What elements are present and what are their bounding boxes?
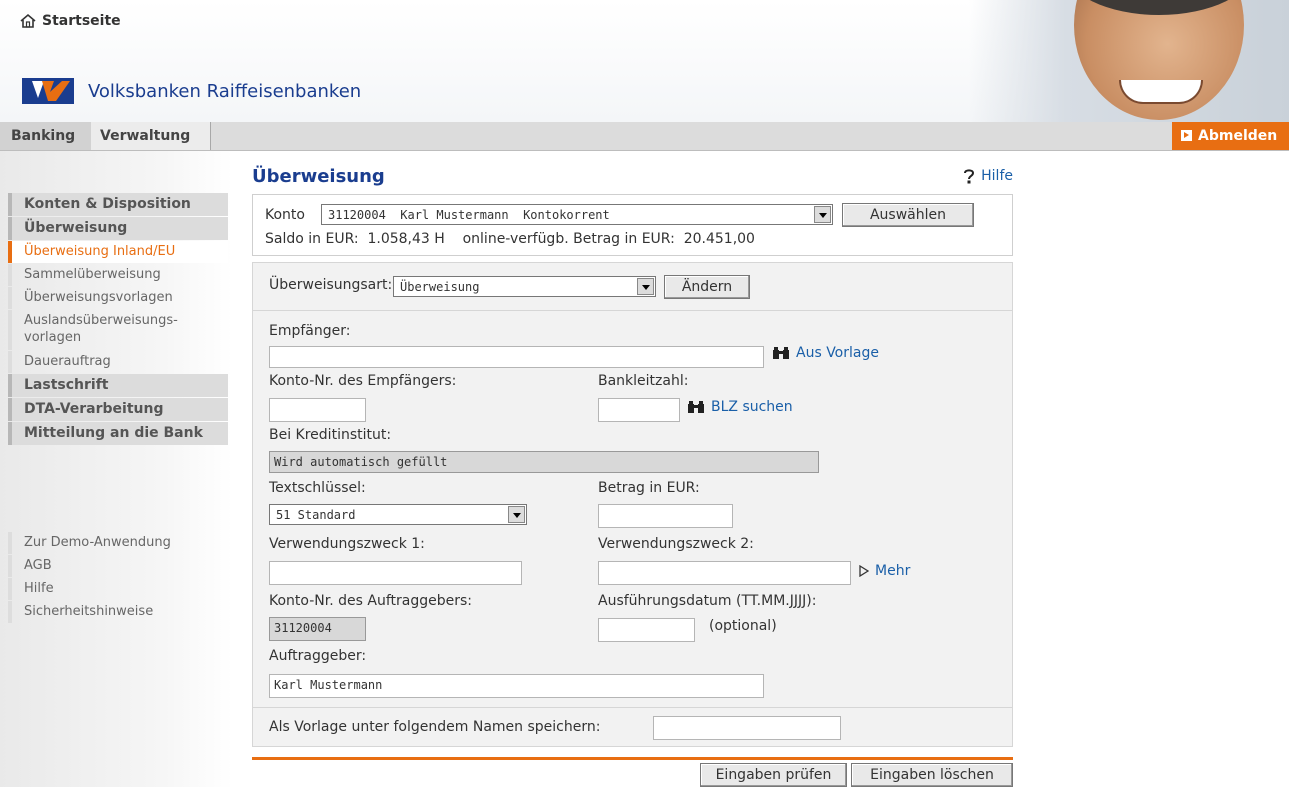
sidebar-item-demo[interactable]: Zur Demo-Anwendung — [8, 532, 228, 554]
home-label: Startseite — [42, 13, 121, 29]
sidebar-item-konten[interactable]: Konten & Disposition — [8, 193, 228, 216]
sidebar-item-hilfe[interactable]: Hilfe — [8, 578, 228, 600]
datum-input[interactable] — [598, 618, 695, 642]
zweck1-label: Verwendungszweck 1: — [269, 536, 425, 552]
sidebar-item-ueberweisung[interactable]: Überweisung — [8, 217, 228, 240]
page-title: Überweisung — [252, 166, 385, 187]
sidebar-secondary-nav: Zur Demo-Anwendung AGB Hilfe Sicherheits… — [8, 532, 228, 624]
sidebar-nav: Konten & Disposition Überweisung Überwei… — [8, 193, 228, 446]
auswaehlen-button[interactable]: Auswählen — [842, 203, 974, 227]
mehr-label: Mehr — [875, 563, 911, 579]
sidebar-item-dauerauftrag[interactable]: Dauerauftrag — [8, 351, 228, 373]
aus-vorlage-link[interactable]: Aus Vorlage — [772, 345, 879, 361]
bottom-accent-line — [252, 757, 1013, 760]
sidebar: Konten & Disposition Überweisung Überwei… — [0, 151, 233, 787]
tab-banking[interactable]: Banking — [0, 122, 102, 150]
sidebar-item-lastschrift[interactable]: Lastschrift — [8, 374, 228, 397]
art-select-value: Überweisung — [400, 280, 480, 294]
header-photo — [969, 0, 1289, 122]
help-link[interactable]: Hilfe — [962, 168, 1013, 184]
logout-button[interactable]: Abmelden — [1172, 122, 1289, 150]
binoculars-icon — [688, 401, 704, 413]
sidebar-item-sammel[interactable]: Sammelüberweisung — [8, 264, 228, 286]
eingaben-loeschen-button[interactable]: Eingaben löschen — [851, 763, 1013, 787]
konto-nr-input[interactable] — [269, 398, 366, 422]
main-tabs: Banking Verwaltung Abmelden — [0, 122, 1289, 151]
datum-label: Ausführungsdatum (TT.MM.JJJJ): — [598, 593, 817, 609]
sidebar-item-inland[interactable]: Überweisung Inland/EU — [8, 241, 228, 263]
vorlage-name-input[interactable] — [653, 716, 841, 740]
kredit-field: Wird automatisch gefüllt — [269, 451, 819, 473]
divider — [253, 707, 1012, 708]
blz-input[interactable] — [598, 398, 680, 422]
binoculars-icon — [773, 347, 789, 359]
betrag-label: Betrag in EUR: — [598, 480, 700, 496]
divider — [253, 310, 1012, 311]
tab-verwaltung[interactable]: Verwaltung — [91, 122, 211, 150]
help-icon — [964, 169, 975, 184]
auftraggeber-label: Auftraggeber: — [269, 648, 367, 664]
logout-label: Abmelden — [1198, 128, 1278, 144]
sidebar-item-mitteilung[interactable]: Mitteilung an die Bank — [8, 422, 228, 445]
konto-section: Konto 31120004 Karl Mustermann Kontokorr… — [252, 194, 1013, 256]
blz-suchen-link[interactable]: BLZ suchen — [687, 399, 793, 415]
header: Startseite Volksbanken Raiffeisenbanken — [0, 0, 1289, 122]
empfaenger-input[interactable] — [269, 346, 764, 368]
auftraggeber-input[interactable]: Karl Mustermann — [269, 674, 764, 698]
sidebar-item-ausland-line1: Auslandsüberweisungs- — [24, 313, 178, 328]
brand-name: Volksbanken Raiffeisenbanken — [88, 80, 362, 102]
textschluessel-value: 51 Standard — [276, 508, 356, 522]
transfer-form: Überweisungsart: Überweisung Ändern Empf… — [252, 262, 1013, 747]
main-content: Überweisung Hilfe Konto 31120004 Karl Mu… — [252, 160, 1013, 747]
optional-label: (optional) — [709, 618, 777, 634]
konto-nr-label: Konto-Nr. des Empfängers: — [269, 373, 457, 389]
konto-select-value: 31120004 Karl Mustermann Kontokorrent — [328, 208, 610, 222]
triangle-right-icon — [859, 565, 869, 577]
konto-select[interactable]: 31120004 Karl Mustermann Kontokorrent — [321, 204, 833, 225]
brand-logo[interactable]: Volksbanken Raiffeisenbanken — [22, 78, 361, 104]
dropdown-arrow-icon — [508, 506, 525, 523]
sidebar-item-ausland-line2: vorlagen — [24, 330, 82, 345]
home-link[interactable]: Startseite — [20, 13, 121, 29]
art-select[interactable]: Überweisung — [393, 276, 656, 297]
sidebar-item-ausland[interactable]: Auslandsüberweisungs- vorlagen — [8, 310, 228, 350]
kredit-label: Bei Kreditinstitut: — [269, 427, 392, 443]
arrow-right-icon — [1181, 130, 1192, 141]
dropdown-arrow-icon — [814, 206, 831, 223]
home-icon — [20, 13, 36, 28]
blz-suchen-label: BLZ suchen — [711, 399, 793, 415]
art-label: Überweisungsart: — [269, 277, 393, 293]
vr-logo-icon — [22, 78, 74, 104]
auftraggeber-konto-field: 31120004 — [269, 617, 366, 641]
konto-label: Konto — [265, 207, 305, 223]
eingaben-pruefen-button[interactable]: Eingaben prüfen — [700, 763, 847, 787]
zweck2-input[interactable] — [598, 561, 851, 585]
dropdown-arrow-icon — [637, 278, 654, 295]
sidebar-item-dta[interactable]: DTA-Verarbeitung — [8, 398, 228, 421]
auftraggeber-konto-label: Konto-Nr. des Auftraggebers: — [269, 593, 472, 609]
vorlage-label: Als Vorlage unter folgendem Namen speich… — [269, 719, 601, 735]
sidebar-item-agb[interactable]: AGB — [8, 555, 228, 577]
zweck1-input[interactable] — [269, 561, 522, 585]
blz-label: Bankleitzahl: — [598, 373, 689, 389]
aus-vorlage-label: Aus Vorlage — [796, 345, 879, 361]
textschluessel-select[interactable]: 51 Standard — [269, 504, 527, 525]
empfaenger-label: Empfänger: — [269, 323, 351, 339]
sidebar-item-vorlagen[interactable]: Überweisungsvorlagen — [8, 287, 228, 309]
textschluessel-label: Textschlüssel: — [269, 480, 366, 496]
help-label: Hilfe — [981, 168, 1013, 184]
zweck2-label: Verwendungszweck 2: — [598, 536, 754, 552]
mehr-link[interactable]: Mehr — [859, 563, 910, 579]
sidebar-item-sicherheit[interactable]: Sicherheitshinweise — [8, 601, 228, 623]
betrag-input[interactable] — [598, 504, 733, 528]
saldo-text: Saldo in EUR: 1.058,43 H online-verfügb.… — [265, 231, 755, 247]
aendern-button[interactable]: Ändern — [664, 275, 750, 299]
